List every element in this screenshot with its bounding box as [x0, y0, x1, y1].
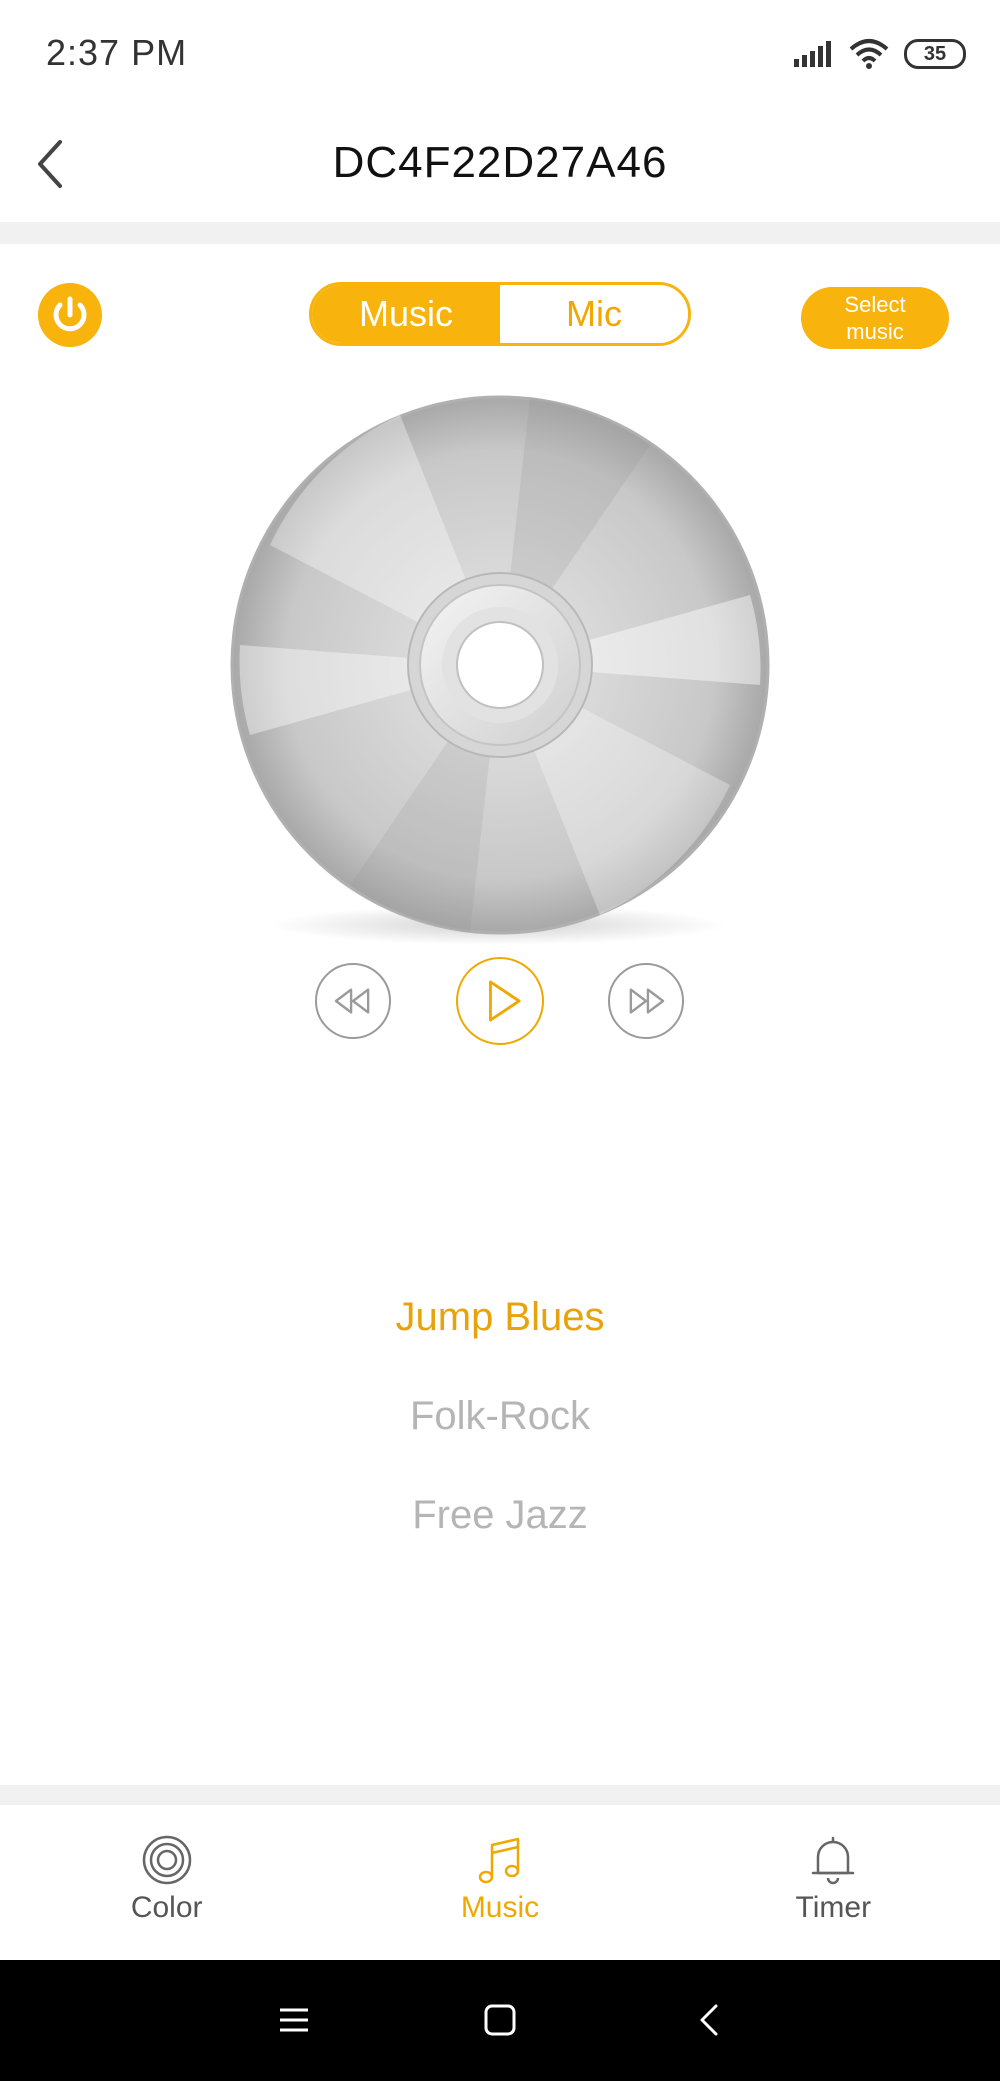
play-icon: [489, 980, 521, 1022]
power-button[interactable]: [38, 283, 102, 347]
rewind-icon: [334, 988, 370, 1014]
signal-icon: [794, 41, 831, 67]
battery-indicator: 35: [904, 39, 966, 69]
tab-timer-label: Timer: [795, 1891, 872, 1924]
mode-toggle: Music Mic: [309, 282, 691, 346]
tab-music[interactable]: Music: [333, 1805, 666, 1960]
tab-timer[interactable]: Timer: [667, 1805, 1000, 1960]
system-nav-bar: [0, 1960, 1000, 2081]
tab-color-label: Color: [130, 1891, 203, 1924]
song-item[interactable]: Folk-Rock: [0, 1394, 1000, 1439]
divider: [0, 1785, 1000, 1805]
recent-apps-button[interactable]: [274, 2000, 314, 2040]
chevron-left-icon: [700, 2004, 718, 2036]
play-button[interactable]: [456, 957, 544, 1045]
bottom-tab-bar: Color Music Timer: [0, 1805, 1000, 1960]
divider: [0, 222, 1000, 244]
cd-disc-icon: [230, 395, 770, 935]
title-bar: DC4F22D27A46: [0, 110, 1000, 222]
fast-forward-icon: [629, 988, 665, 1014]
select-music-label-line1: Select: [844, 292, 906, 317]
next-button[interactable]: [608, 963, 684, 1039]
status-bar: 2:37 PM 35: [0, 0, 1000, 110]
tab-mic-mode[interactable]: Mic: [500, 285, 688, 343]
select-music-button[interactable]: Select music: [801, 287, 949, 349]
status-time: 2:37 PM: [46, 32, 188, 73]
song-item[interactable]: Free Jazz: [0, 1493, 1000, 1538]
tab-music-mode[interactable]: Music: [312, 285, 500, 343]
power-icon: [53, 296, 87, 332]
home-button[interactable]: [480, 2000, 520, 2040]
tab-color[interactable]: Color: [0, 1805, 333, 1960]
music-note-icon: [478, 1837, 520, 1884]
page-title: DC4F22D27A46: [332, 138, 668, 187]
song-item-current[interactable]: Jump Blues: [0, 1295, 1000, 1340]
tab-music-label: Music: [460, 1891, 540, 1924]
select-music-label-line2: music: [846, 319, 904, 344]
wifi-icon: [849, 39, 889, 69]
previous-button[interactable]: [315, 963, 391, 1039]
menu-icon: [280, 2008, 308, 2032]
color-rings-icon: [142, 1835, 191, 1885]
status-icons: 35: [794, 36, 966, 72]
system-back-button[interactable]: [690, 2000, 730, 2040]
cd-disc-artwork: [230, 395, 770, 935]
bell-icon: [812, 1836, 855, 1885]
home-square-icon: [484, 2004, 516, 2036]
